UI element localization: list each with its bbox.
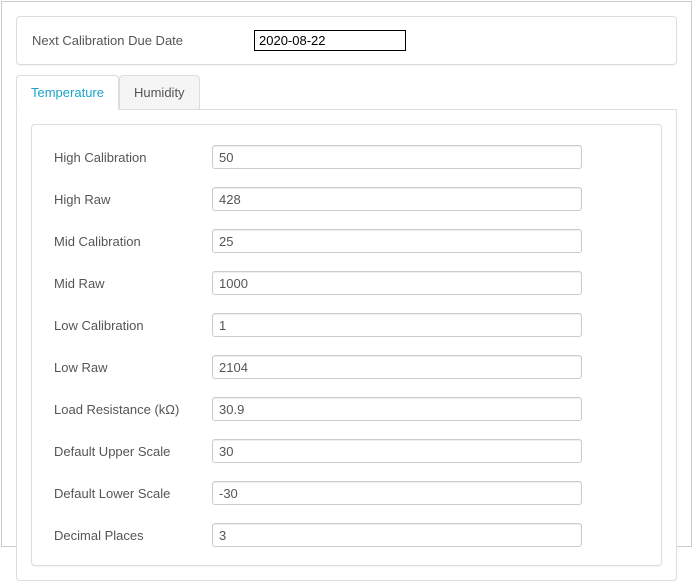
field-row: Low Calibration <box>54 313 639 337</box>
load-resistance-label: Load Resistance (kΩ) <box>54 402 212 417</box>
due-date-panel: Next Calibration Due Date <box>16 16 677 65</box>
high-calibration-label: High Calibration <box>54 150 212 165</box>
field-row: Default Upper Scale <box>54 439 639 463</box>
field-row: Low Raw <box>54 355 639 379</box>
default-lower-scale-input[interactable] <box>212 481 582 505</box>
load-resistance-input[interactable] <box>212 397 582 421</box>
low-calibration-label: Low Calibration <box>54 318 212 333</box>
decimal-places-input[interactable] <box>212 523 582 547</box>
temperature-fields-panel: High Calibration High Raw Mid Calibratio… <box>31 124 662 566</box>
field-row: High Raw <box>54 187 639 211</box>
due-date-label: Next Calibration Due Date <box>32 33 254 48</box>
field-row: Mid Raw <box>54 271 639 295</box>
tab-humidity[interactable]: Humidity <box>119 75 200 110</box>
tab-temperature[interactable]: Temperature <box>16 75 119 110</box>
mid-raw-input[interactable] <box>212 271 582 295</box>
low-raw-label: Low Raw <box>54 360 212 375</box>
high-raw-input[interactable] <box>212 187 582 211</box>
high-calibration-input[interactable] <box>212 145 582 169</box>
calibration-form: Next Calibration Due Date Temperature Hu… <box>1 1 692 547</box>
field-row: Default Lower Scale <box>54 481 639 505</box>
field-row: Load Resistance (kΩ) <box>54 397 639 421</box>
low-calibration-input[interactable] <box>212 313 582 337</box>
calibration-tabs: Temperature Humidity High Calibration Hi… <box>16 75 677 581</box>
default-upper-scale-input[interactable] <box>212 439 582 463</box>
tab-content-temperature: High Calibration High Raw Mid Calibratio… <box>16 110 677 581</box>
field-row: High Calibration <box>54 145 639 169</box>
high-raw-label: High Raw <box>54 192 212 207</box>
tab-bar: Temperature Humidity <box>16 75 677 110</box>
low-raw-input[interactable] <box>212 355 582 379</box>
due-date-input[interactable] <box>254 30 406 51</box>
default-lower-scale-label: Default Lower Scale <box>54 486 212 501</box>
default-upper-scale-label: Default Upper Scale <box>54 444 212 459</box>
decimal-places-label: Decimal Places <box>54 528 212 543</box>
field-row: Decimal Places <box>54 523 639 547</box>
mid-raw-label: Mid Raw <box>54 276 212 291</box>
mid-calibration-label: Mid Calibration <box>54 234 212 249</box>
mid-calibration-input[interactable] <box>212 229 582 253</box>
field-row: Mid Calibration <box>54 229 639 253</box>
